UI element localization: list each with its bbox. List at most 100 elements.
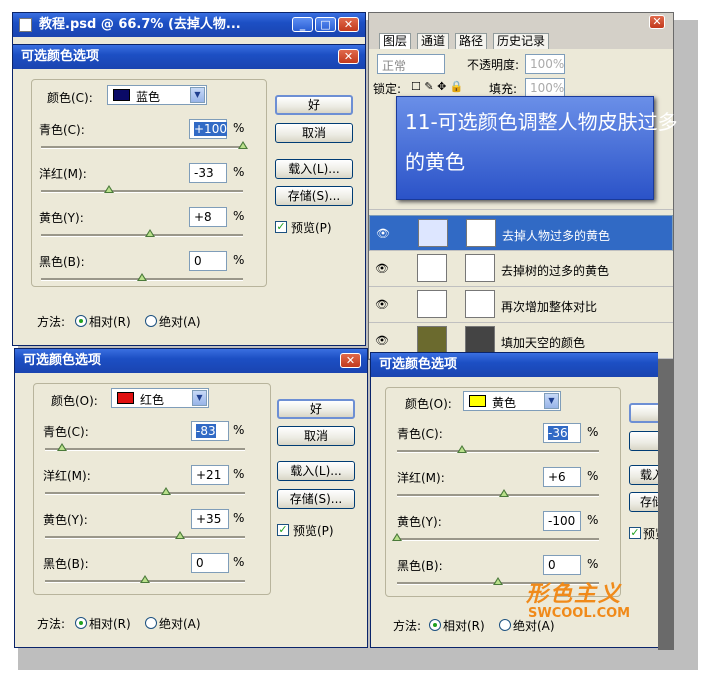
relative-radio[interactable] xyxy=(75,617,87,629)
black-value-input[interactable]: 0 xyxy=(189,251,227,271)
tab-history[interactable]: 历史记录 xyxy=(493,33,550,49)
yellow-value-input[interactable]: +35 xyxy=(191,509,229,529)
minimize-button[interactable]: _ xyxy=(292,17,313,32)
maximize-button[interactable]: □ xyxy=(315,17,336,32)
layer-row[interactable]: 👁 再次增加整体对比 xyxy=(369,287,673,323)
chevron-down-icon[interactable]: ▼ xyxy=(544,393,559,409)
color-select[interactable]: 黄色 ▼ xyxy=(463,391,561,411)
panel-close-button[interactable]: ✕ xyxy=(649,15,665,29)
black-value-input[interactable]: 0 xyxy=(191,553,229,573)
magenta-slider-track[interactable] xyxy=(45,492,245,495)
visibility-eye-icon[interactable]: 👁 xyxy=(376,227,390,240)
ok-button[interactable]: 好 xyxy=(275,95,353,115)
magenta-value-input[interactable]: +21 xyxy=(191,465,229,485)
tab-paths[interactable]: 路径 xyxy=(455,33,488,49)
black-slider-thumb[interactable] xyxy=(137,273,147,281)
cancel-button[interactable]: 取消 xyxy=(277,426,355,446)
absolute-radio[interactable] xyxy=(145,617,157,629)
chevron-down-icon[interactable]: ▼ xyxy=(190,87,205,103)
dialog-titlebar[interactable]: 可选颜色选项 ✕ xyxy=(13,45,365,69)
tab-layers[interactable]: 图层 xyxy=(379,33,412,49)
color-select[interactable]: 红色 ▼ xyxy=(111,388,209,408)
cyan-slider-track[interactable] xyxy=(397,450,599,453)
save-button[interactable]: 存储(S)... xyxy=(275,186,353,206)
cyan-value-input[interactable]: -83 xyxy=(191,421,229,441)
cyan-value-input[interactable]: +100 xyxy=(189,119,227,139)
magenta-slider-thumb[interactable] xyxy=(161,487,171,495)
close-button[interactable]: ✕ xyxy=(338,49,359,64)
magenta-value-input[interactable]: +6 xyxy=(543,467,581,487)
ok-button[interactable] xyxy=(629,403,658,423)
layers-tabs: 图层 通道 路径 历史记录 xyxy=(379,33,639,49)
visibility-eye-icon[interactable]: 👁 xyxy=(375,298,389,311)
cyan-slider-track[interactable] xyxy=(45,448,245,451)
preview-checkbox[interactable]: ✓ xyxy=(275,221,287,233)
yellow-slider-thumb[interactable] xyxy=(145,229,156,237)
percent-unit: % xyxy=(587,513,599,527)
close-button[interactable]: ✕ xyxy=(338,17,359,32)
preview-checkbox[interactable]: ✓ xyxy=(277,524,289,536)
save-button[interactable]: 存储(S)... xyxy=(277,489,355,509)
tab-channels[interactable]: 通道 xyxy=(417,33,450,49)
yellow-slider-thumb[interactable] xyxy=(392,533,402,541)
dialog-titlebar[interactable]: 可选颜色选项 ✕ xyxy=(15,349,367,373)
cancel-button[interactable] xyxy=(629,431,658,451)
save-button[interactable]: 存储 xyxy=(629,492,658,512)
black-value-input[interactable]: 0 xyxy=(543,555,581,575)
color-select[interactable]: 蓝色 ▼ xyxy=(107,85,207,105)
load-button[interactable]: 载入 xyxy=(629,465,658,485)
cyan-slider-thumb[interactable] xyxy=(456,445,467,453)
blend-mode-value: 正常 xyxy=(382,59,407,73)
chevron-down-icon[interactable]: ▼ xyxy=(192,390,207,406)
dialog-title: 可选颜色选项 xyxy=(379,357,458,372)
layer-name: 再次增加整体对比 xyxy=(501,300,598,314)
fill-input[interactable]: 100% xyxy=(525,78,565,98)
cyan-slider-track[interactable] xyxy=(41,146,243,149)
yellow-slider-track[interactable] xyxy=(41,234,243,237)
method-label: 方法: xyxy=(393,619,422,633)
layers-panel-tabstrip: 图层 通道 路径 历史记录 ✕ xyxy=(369,13,673,49)
visibility-eye-icon[interactable]: 👁 xyxy=(375,334,389,347)
relative-radio[interactable] xyxy=(429,619,441,631)
dialog-titlebar[interactable]: 可选颜色选项 xyxy=(371,353,658,377)
visibility-eye-icon[interactable]: 👁 xyxy=(375,262,389,275)
magenta-slider-thumb[interactable] xyxy=(103,185,114,193)
layer-row[interactable]: 👁 去掉人物过多的黄色 xyxy=(369,215,673,251)
layer-row[interactable]: 👁 去掉树的过多的黄色 xyxy=(369,251,673,287)
cancel-button[interactable]: 取消 xyxy=(275,123,353,143)
document-titlebar[interactable]: 教程.psd @ 66.7% (去掉人物... _ □ ✕ xyxy=(13,13,365,37)
method-label: 方法: xyxy=(37,617,66,631)
magenta-slider-track[interactable] xyxy=(397,494,599,497)
black-slider-thumb[interactable] xyxy=(493,577,503,585)
relative-radio[interactable] xyxy=(75,315,87,327)
mask-thumbnail xyxy=(466,219,496,247)
opacity-input[interactable]: 100% xyxy=(525,54,565,74)
yellow-value: -100 xyxy=(548,514,576,528)
magenta-slider-track[interactable] xyxy=(41,190,243,193)
yellow-label: 黄色(Y): xyxy=(397,515,442,529)
lock-icons[interactable]: ☐ ✎ ✥ 🔒 xyxy=(411,80,463,93)
magenta-slider-thumb[interactable] xyxy=(499,489,510,497)
blend-mode-select[interactable]: 正常 xyxy=(377,54,445,74)
yellow-value-input[interactable]: -100 xyxy=(543,511,581,531)
black-slider-thumb[interactable] xyxy=(140,575,150,583)
callout-annotation: 11-可选颜色调整人物皮肤过多 的黄色 xyxy=(396,96,678,200)
magenta-label: 洋红(M): xyxy=(39,167,87,181)
absolute-radio[interactable] xyxy=(499,619,511,631)
yellow-value-input[interactable]: +8 xyxy=(189,207,227,227)
cyan-slider-thumb[interactable] xyxy=(238,141,248,149)
cyan-slider-thumb[interactable] xyxy=(57,443,67,451)
absolute-radio[interactable] xyxy=(145,315,157,327)
cyan-value-input[interactable]: -36 xyxy=(543,423,581,443)
close-button[interactable]: ✕ xyxy=(340,353,361,368)
load-button[interactable]: 载入(L)... xyxy=(277,461,355,481)
load-button[interactable]: 载入(L)... xyxy=(275,159,353,179)
yellow-slider-track[interactable] xyxy=(45,536,245,539)
method-label: 方法: xyxy=(37,315,66,329)
yellow-slider-thumb[interactable] xyxy=(175,531,185,539)
cyan-label: 青色(C): xyxy=(43,425,89,439)
yellow-slider-track[interactable] xyxy=(397,538,599,541)
magenta-value-input[interactable]: -33 xyxy=(189,163,227,183)
ok-button[interactable]: 好 xyxy=(277,399,355,419)
preview-checkbox[interactable]: ✓ xyxy=(629,527,641,539)
